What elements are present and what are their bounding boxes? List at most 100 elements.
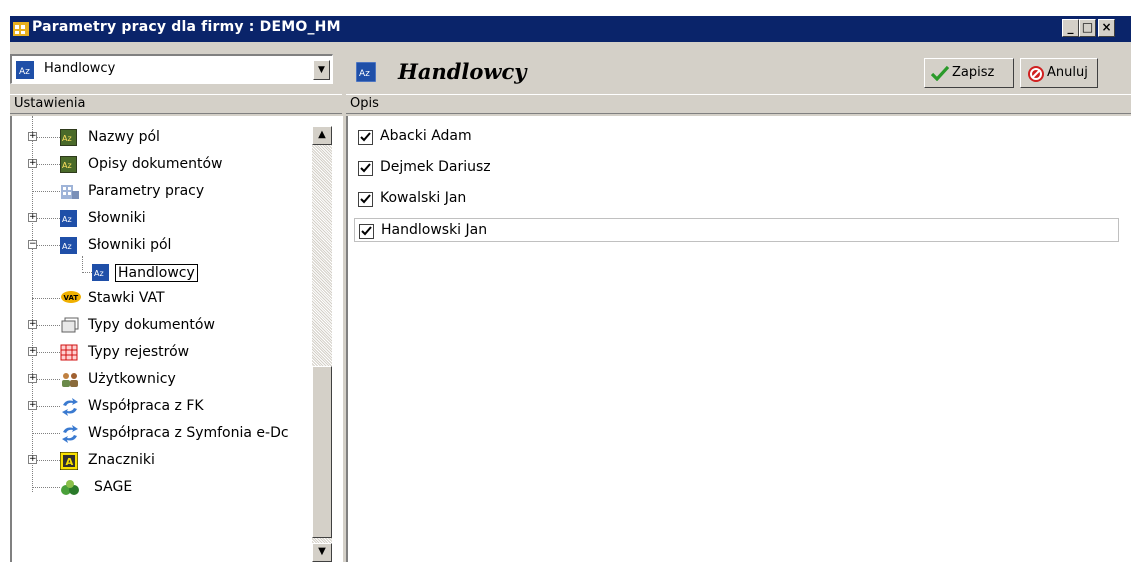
tree-connector — [32, 298, 60, 299]
tree-item[interactable]: + Użytkownicy — [12, 368, 342, 392]
expand-icon[interactable]: + — [28, 320, 37, 329]
tree-item[interactable]: + Az Słowniki — [12, 207, 342, 231]
list-item[interactable]: Handlowski Jan — [354, 218, 1119, 242]
checkbox[interactable] — [358, 130, 373, 145]
settings-header-label: Ustawienia — [14, 96, 86, 111]
tree-item-label: Współpraca z Symfonia e-Dc — [88, 425, 289, 441]
svg-text:Az: Az — [62, 134, 72, 143]
tree-item-label: Współpraca z FK — [88, 398, 204, 414]
svg-text:Az: Az — [62, 242, 72, 251]
app-icon — [12, 20, 30, 38]
title-bar[interactable]: Parametry pracy dla firmy : DEMO_HM _ □ … — [10, 16, 1131, 42]
building-icon — [60, 183, 79, 200]
close-button[interactable]: × — [1098, 19, 1115, 37]
scroll-up-button[interactable]: ▲ — [312, 126, 332, 145]
window: Parametry pracy dla firmy : DEMO_HM _ □ … — [0, 0, 1131, 562]
svg-text:Az: Az — [62, 215, 72, 224]
tree-scrollbar[interactable]: ▲ ▼ — [312, 126, 332, 562]
expand-icon[interactable]: + — [28, 455, 37, 464]
scroll-thumb[interactable] — [312, 366, 332, 538]
vat-icon: VAT — [60, 290, 81, 307]
tree-item-label: Słowniki pól — [88, 237, 172, 253]
svg-text:Az: Az — [62, 161, 72, 170]
detail-toolbar: Az Handlowcy Zapisz Anuluj — [346, 54, 1131, 92]
sage-icon — [60, 479, 79, 496]
tree-connector — [32, 191, 60, 192]
svg-text:A: A — [66, 457, 74, 468]
checkbox[interactable] — [358, 192, 373, 207]
scroll-down-button[interactable]: ▼ — [312, 543, 332, 562]
chevron-down-icon[interactable]: ▼ — [313, 60, 330, 80]
collapse-icon[interactable]: − — [28, 240, 37, 249]
svg-text:Az: Az — [359, 69, 370, 79]
grid-icon — [60, 344, 78, 361]
detail-title: Handlowcy — [398, 59, 527, 84]
checkbox[interactable] — [358, 161, 373, 176]
list-item[interactable]: Kowalski Jan — [354, 187, 1119, 211]
expand-icon[interactable]: + — [28, 159, 37, 168]
tree-item[interactable]: + Typy rejestrów — [12, 341, 342, 365]
expand-icon[interactable]: + — [28, 347, 37, 356]
users-icon — [60, 371, 78, 388]
expand-icon[interactable]: + — [28, 401, 37, 410]
tree-item-label: Handlowcy — [115, 264, 198, 282]
list-item[interactable]: Abacki Adam — [354, 125, 1119, 149]
tag-icon: A — [59, 451, 79, 471]
svg-text:Az: Az — [94, 269, 104, 278]
tree-item[interactable]: SAGE — [12, 476, 342, 500]
salespeople-list[interactable]: Abacki Adam Dejmek Dariusz Kowalski Jan Han… — [346, 116, 1131, 562]
cancel-icon — [1027, 65, 1045, 87]
maximize-button[interactable]: □ — [1079, 19, 1096, 37]
tree-item-label: Opisy dokumentów — [88, 156, 223, 172]
sync-icon — [60, 425, 78, 443]
dictionary-select[interactable]: Az Handlowcy ▼ — [10, 54, 333, 84]
tree-item[interactable]: − Az Słowniki pól — [12, 234, 342, 258]
minimize-button[interactable]: _ — [1062, 19, 1079, 37]
description-header[interactable]: Opis — [346, 94, 1131, 114]
list-item-label: Dejmek Dariusz — [380, 159, 491, 175]
tree-item-label: Stawki VAT — [88, 290, 165, 306]
list-item-label: Handlowski Jan — [381, 222, 488, 238]
tree-item-label: Typy dokumentów — [88, 317, 215, 333]
tree-connector — [32, 487, 60, 488]
svg-text:Az: Az — [19, 67, 30, 77]
tree-item[interactable]: Az Handlowcy — [12, 261, 342, 285]
cancel-button[interactable]: Anuluj — [1020, 58, 1098, 88]
cancel-button-label: Anuluj — [1047, 65, 1088, 80]
tree-item[interactable]: Parametry pracy — [12, 180, 342, 204]
expand-icon[interactable]: + — [28, 132, 37, 141]
expand-icon[interactable]: + — [28, 374, 37, 383]
documents-icon — [60, 317, 79, 334]
checkmark-icon — [930, 65, 950, 85]
settings-tree[interactable]: + Az Nazwy pól + Az Opisy dokumentów Parametry… — [10, 116, 343, 562]
settings-header[interactable]: Ustawienia — [10, 94, 342, 114]
expand-icon[interactable]: + — [28, 213, 37, 222]
window-title: Parametry pracy dla firmy : DEMO_HM — [32, 19, 341, 35]
tree-item[interactable]: VAT Stawki VAT — [12, 287, 342, 311]
tree-connector — [32, 433, 60, 434]
svg-text:VAT: VAT — [64, 294, 79, 302]
sync-icon — [60, 398, 78, 416]
tree-item[interactable]: + Typy dokumentów — [12, 314, 342, 338]
list-item[interactable]: Dejmek Dariusz — [354, 156, 1119, 180]
az-blue-icon: Az — [92, 264, 109, 281]
az-blue-icon: Az — [60, 210, 77, 227]
save-button-label: Zapisz — [952, 65, 995, 80]
save-button[interactable]: Zapisz — [924, 58, 1014, 88]
tree-item[interactable]: + Az Opisy dokumentów — [12, 153, 342, 177]
tree-item-label: Użytkownicy — [88, 371, 176, 387]
tree-item[interactable]: + A Znaczniki — [12, 449, 342, 473]
checkbox[interactable] — [359, 224, 374, 239]
az-blue-icon: Az — [355, 61, 377, 86]
tree-item-label: Typy rejestrów — [88, 344, 190, 360]
tree-item[interactable]: + Współpraca z FK — [12, 395, 342, 419]
tree-item-label: Słowniki — [88, 210, 146, 226]
description-header-label: Opis — [350, 96, 379, 111]
tree-item[interactable]: + Az Nazwy pól — [12, 126, 342, 150]
az-blue-icon: Az — [60, 237, 77, 254]
tree-item-label: Parametry pracy — [88, 183, 205, 199]
tree-item-label: Nazwy pól — [88, 129, 160, 145]
tree-item-label: SAGE — [94, 479, 133, 495]
dictionary-select-value: Handlowcy — [44, 61, 116, 76]
tree-item[interactable]: Współpraca z Symfonia e-Dc — [12, 422, 342, 446]
